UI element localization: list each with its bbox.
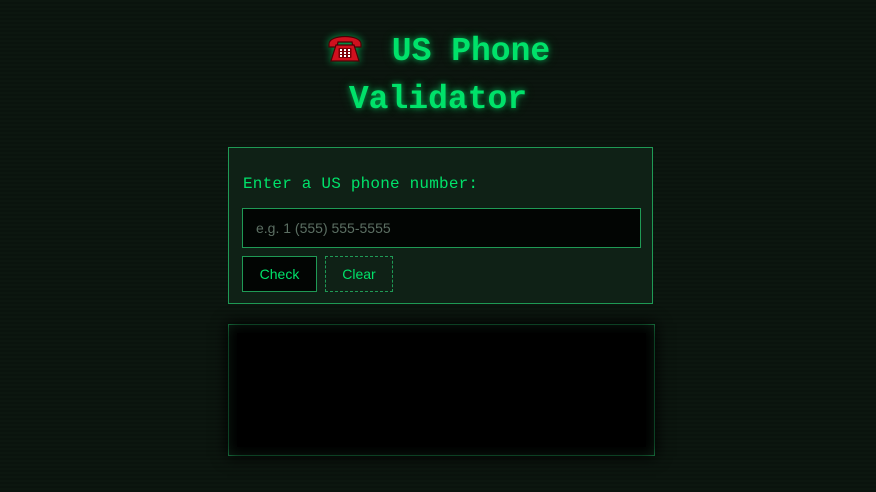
telephone-icon	[328, 35, 362, 62]
title-text-line-2: Validator	[348, 81, 528, 118]
phone-number-input[interactable]	[242, 208, 641, 248]
results-output	[237, 333, 646, 447]
results-panel	[228, 324, 655, 456]
title-line-1: US Phone	[0, 28, 876, 76]
title-text-line-1: US Phone	[391, 33, 551, 70]
page-title: US Phone Validator	[0, 28, 876, 124]
check-button[interactable]: Check	[242, 256, 317, 292]
clear-button[interactable]: Clear	[325, 256, 393, 292]
input-panel: Enter a US phone number: Check Clear	[228, 147, 653, 304]
phone-prompt-label: Enter a US phone number:	[243, 175, 479, 193]
